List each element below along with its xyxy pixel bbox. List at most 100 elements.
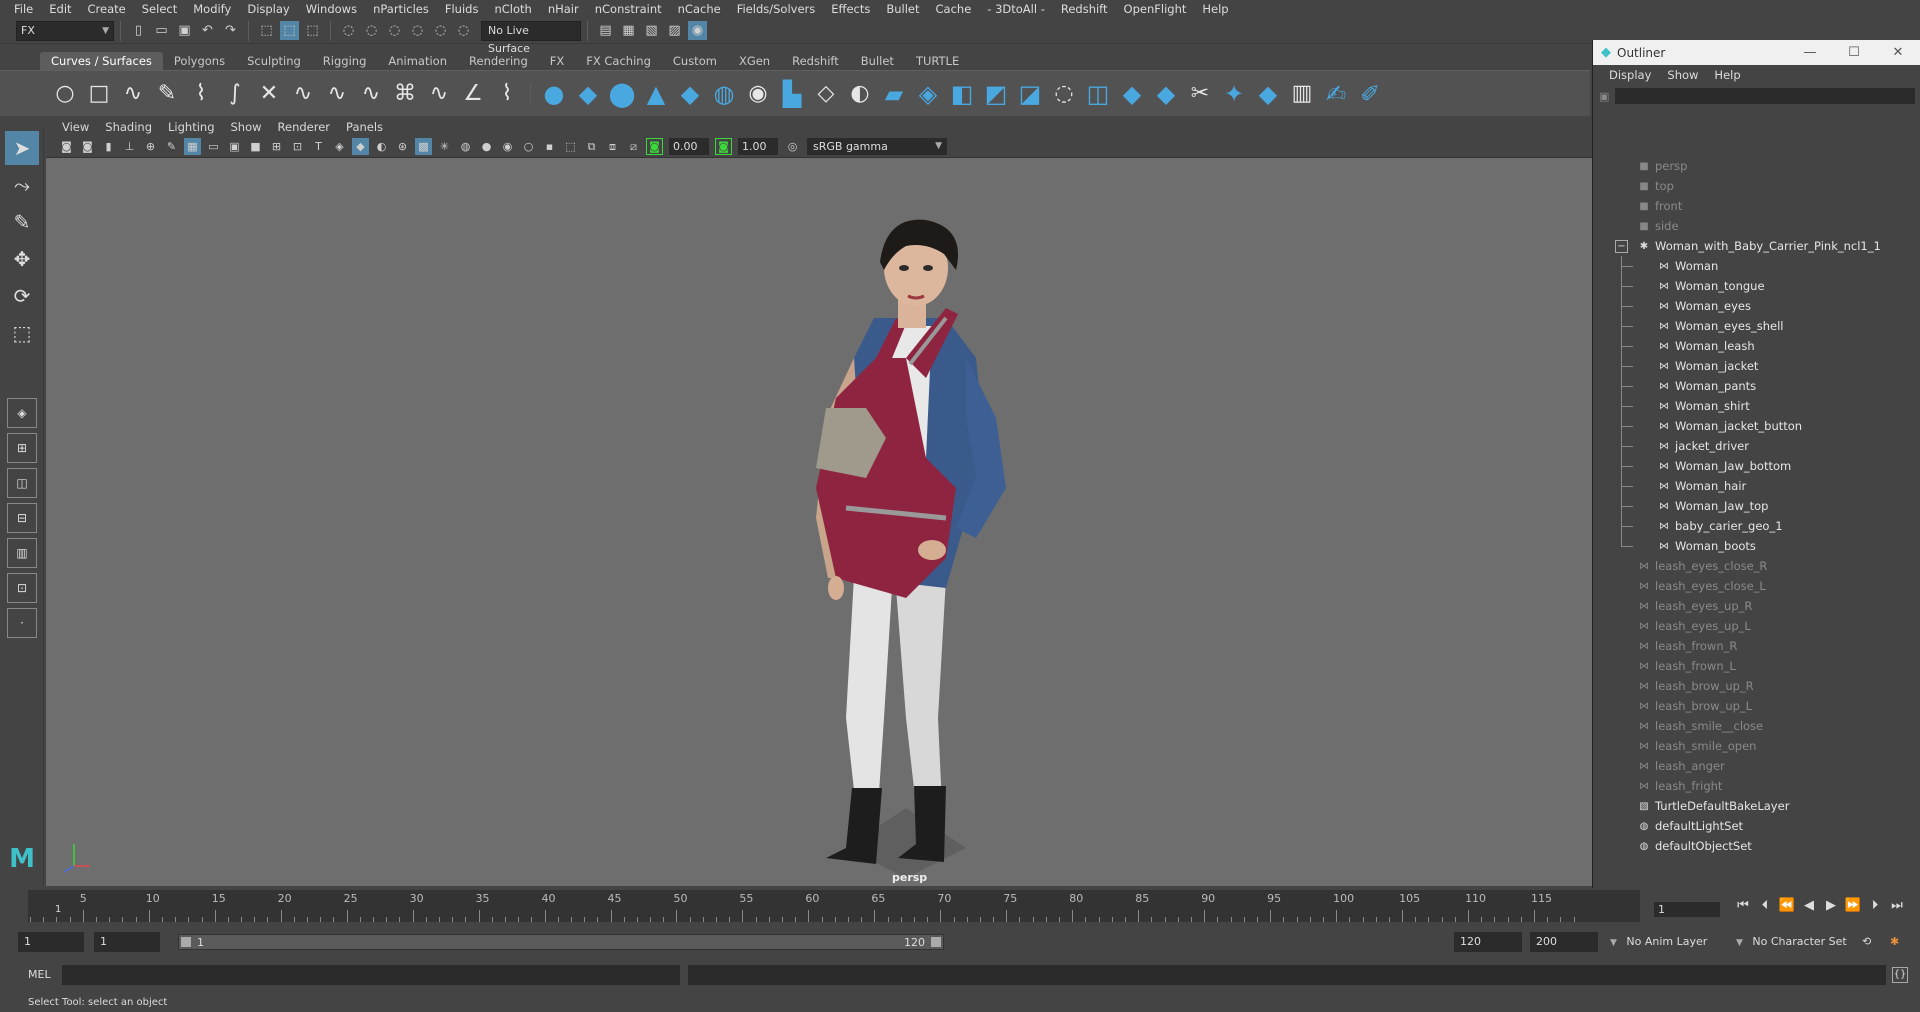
outliner-child-item[interactable]: ⋈ Woman_boots (1593, 536, 1920, 556)
animation-end-field[interactable]: 200 (1530, 932, 1598, 952)
use-all-lights-icon[interactable]: ✳ (436, 138, 453, 155)
attach-curve-icon[interactable]: ∿ (286, 77, 320, 111)
gate-mask-icon[interactable]: ■ (247, 138, 264, 155)
menu-3dtoall[interactable]: - 3DtoAll - (979, 0, 1053, 18)
outliner-child-item[interactable]: ⋈ Woman_eyes (1593, 296, 1920, 316)
film-gate-icon[interactable]: ▭ (205, 138, 222, 155)
motion-blur-icon[interactable]: ◉ (499, 138, 516, 155)
step-back-key-icon[interactable]: ⏪ (1776, 898, 1798, 913)
rotate-tool-icon[interactable]: ⟳ (5, 279, 39, 313)
nurbs-cylinder-icon[interactable]: ⬤ (605, 77, 639, 111)
insert-isoparm-icon[interactable]: ▥ (1285, 77, 1319, 111)
menu-ncloth[interactable]: nCloth (486, 0, 539, 18)
custom-layout-icon[interactable]: · (7, 608, 37, 638)
animation-start-field[interactable]: 1 (18, 932, 84, 952)
outliner-set-item[interactable]: ▧ TurtleDefaultBakeLayer (1593, 796, 1920, 816)
field-chart-icon[interactable]: ⊞ (268, 138, 285, 155)
menu-nconstraint[interactable]: nConstraint (587, 0, 670, 18)
exposure-field[interactable]: 0.00 (669, 138, 709, 155)
render-view-icon[interactable]: ▤ (596, 21, 615, 40)
shelf-tab-fx-caching[interactable]: FX Caching (575, 52, 662, 70)
shelf-tab-turtle[interactable]: TURTLE (905, 52, 970, 70)
shelf-tab-redshift[interactable]: Redshift (781, 52, 850, 70)
time-ruler[interactable]: 1 5 10 15 20 25 30 35 40 45 50 55 60 65 70 75 80 85 90 95 1… (28, 890, 1640, 922)
menu-help[interactable]: Help (1194, 0, 1236, 18)
safe-action-icon[interactable]: ⊡ (289, 138, 306, 155)
go-to-start-icon[interactable]: ⏮ (1732, 898, 1754, 913)
shelf-tab-sculpting[interactable]: Sculpting (236, 52, 312, 70)
open-close-surface-icon[interactable]: ◆ (1251, 77, 1285, 111)
scale-tool-icon[interactable]: ⬚ (5, 316, 39, 350)
live-surface-field[interactable]: No Live Surface (481, 20, 581, 55)
untrim-icon[interactable]: ◆ (1115, 77, 1149, 111)
square-surface-icon[interactable]: ◧ (945, 77, 979, 111)
outliner-leash-item[interactable]: ⋈ leash_smile__close (1593, 716, 1920, 736)
range-start-handle[interactable] (181, 937, 191, 947)
play-forwards-icon[interactable]: ▶ (1820, 898, 1842, 913)
shelf-tab-fx[interactable]: FX (539, 52, 576, 70)
outliner-child-item[interactable]: ⋈ jacket_driver (1593, 436, 1920, 456)
select-tool-icon[interactable]: ➤ (5, 131, 39, 165)
panel-menu-lighting[interactable]: Lighting (160, 120, 222, 134)
outliner-set-item[interactable]: ◍ defaultLightSet (1593, 816, 1920, 836)
anim-layer-dropdown[interactable]: ▼ No Anim Layer (1610, 932, 1728, 952)
paint-select-icon[interactable]: ✎ (5, 205, 39, 239)
reverse-curve-icon[interactable]: ⌘ (388, 77, 422, 111)
shelf-tab-curves-surfaces[interactable]: Curves / Surfaces (40, 52, 163, 70)
bevel-plus-icon[interactable]: ◩ (979, 77, 1013, 111)
outliner-leash-item[interactable]: ⋈ leash_frown_L (1593, 656, 1920, 676)
outliner-leash-item[interactable]: ⋈ leash_eyes_up_R (1593, 596, 1920, 616)
outliner-child-item[interactable]: ⋈ Woman_pants (1593, 376, 1920, 396)
textured-icon[interactable]: ▩ (415, 138, 432, 155)
resolution-gate-icon[interactable]: ▣ (226, 138, 243, 155)
outliner-menu-help[interactable]: Help (1706, 68, 1748, 82)
step-forward-key-icon[interactable]: ⏩ (1842, 898, 1864, 913)
grid-icon[interactable]: ▦ (184, 138, 201, 155)
outliner-child-item[interactable]: ⋈ Woman_leash (1593, 336, 1920, 356)
shelf-tab-rendering[interactable]: Rendering (458, 52, 539, 70)
wireframe-icon[interactable]: ◈ (331, 138, 348, 155)
ep-curve-icon[interactable]: ⌇ (184, 77, 218, 111)
ipr-render-icon[interactable]: ▧ (642, 21, 661, 40)
extend-surface-icon[interactable]: ✍ (1319, 77, 1353, 111)
four-view-layout-icon[interactable]: ⊞ (7, 433, 37, 463)
project-on-surface-icon[interactable]: ◌ (1047, 77, 1081, 111)
nurbs-sphere-icon[interactable]: ● (537, 77, 571, 111)
select-camera-icon[interactable]: ◙ (58, 138, 75, 155)
command-input[interactable] (62, 965, 680, 985)
gamma-icon[interactable]: ◙ (715, 138, 732, 155)
snap-surface-icon[interactable]: ◌ (431, 21, 450, 40)
nurbs-square-icon[interactable]: □ (82, 77, 116, 111)
filter-icon[interactable]: ▣ (1599, 90, 1609, 103)
panel-menu-renderer[interactable]: Renderer (270, 120, 339, 134)
extrude-icon[interactable]: ◐ (843, 77, 877, 111)
range-bar[interactable]: 1 120 (178, 934, 944, 950)
outliner-camera-item[interactable]: ■ front (1593, 196, 1920, 216)
menu-cache[interactable]: Cache (928, 0, 980, 18)
outliner-child-item[interactable]: ⋈ Woman_jacket (1593, 356, 1920, 376)
outliner-child-item[interactable]: ⋈ Woman_jacket_button (1593, 416, 1920, 436)
panel-menu-view[interactable]: View (54, 120, 97, 134)
outliner-menu-display[interactable]: Display (1601, 68, 1659, 82)
xray-icon[interactable]: ⧉ (583, 138, 600, 155)
revolve-icon[interactable]: ◉ (741, 77, 775, 111)
new-scene-icon[interactable]: ▯ (129, 21, 148, 40)
outliner-child-item[interactable]: ⋈ Woman_hair (1593, 476, 1920, 496)
project-curve-icon[interactable]: ⌇ (490, 77, 524, 111)
shelf-tab-custom[interactable]: Custom (662, 52, 728, 70)
nurbs-circle-icon[interactable]: ○ (48, 77, 82, 111)
range-end-handle[interactable] (931, 937, 941, 947)
outliner-leash-item[interactable]: ⋈ leash_eyes_close_R (1593, 556, 1920, 576)
menu-modify[interactable]: Modify (185, 0, 239, 18)
animation-prefs-icon[interactable]: ✱ (1890, 932, 1910, 952)
outliner-camera-item[interactable]: ■ persp (1593, 156, 1920, 176)
outliner-leash-item[interactable]: ⋈ leash_eyes_close_L (1593, 576, 1920, 596)
outliner-child-item[interactable]: ⋈ Woman (1593, 256, 1920, 276)
save-scene-icon[interactable]: ▣ (175, 21, 194, 40)
lasso-tool-icon[interactable]: ⤳ (5, 168, 39, 202)
persp-outliner-layout-icon[interactable]: ◫ (7, 468, 37, 498)
menu-openflight[interactable]: OpenFlight (1116, 0, 1195, 18)
safe-title-icon[interactable]: T (310, 138, 327, 155)
single-perspective-layout-icon[interactable]: ◈ (7, 398, 37, 428)
shelf-tab-animation[interactable]: Animation (377, 52, 458, 70)
